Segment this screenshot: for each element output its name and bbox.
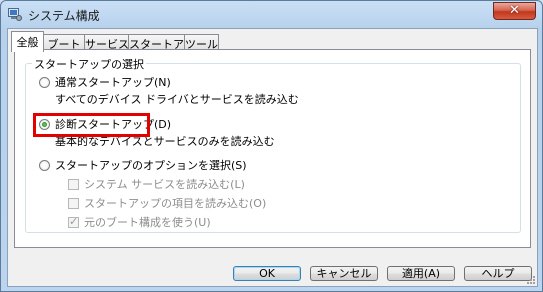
dialog-window: システム構成 ✕ 全般 ブート サービス スタートアップ ツール スタートアップ…: [0, 0, 543, 292]
checkbox-checked[interactable]: [68, 215, 79, 229]
checkbox[interactable]: [68, 179, 79, 190]
startup-selection-group: スタートアップの選択 通常スタートアップ(N) すべてのデバイス ドライバとサー…: [25, 56, 521, 233]
tab-startup[interactable]: スタートアップ: [128, 34, 206, 51]
help-button[interactable]: ヘルプ: [464, 266, 532, 281]
tab-tools[interactable]: ツール: [184, 34, 219, 51]
radio-button[interactable]: [39, 77, 50, 88]
checkbox-label: 元のブート構成を使う(U): [84, 216, 211, 229]
system-config-icon: [8, 8, 22, 21]
tab-label: 全般: [16, 36, 39, 49]
tab-boot[interactable]: ブート: [43, 34, 85, 51]
dialog-client: 全般 ブート サービス スタートアップ ツール スタートアップの選択 通常スター…: [7, 28, 538, 287]
ok-button[interactable]: OK: [233, 266, 301, 281]
close-icon: ✕: [509, 3, 520, 18]
radio-label: スタートアップのオプションを選択(S): [55, 159, 247, 172]
group-title: スタートアップの選択: [32, 56, 146, 72]
checkbox-label: スタートアップの項目を読み込む(O): [84, 197, 267, 210]
cancel-button[interactable]: キャンセル: [310, 266, 378, 281]
checkbox[interactable]: [68, 198, 79, 209]
red-highlight-box: [33, 113, 150, 137]
resize-grip-icon[interactable]: [526, 275, 536, 285]
close-button[interactable]: ✕: [493, 2, 536, 20]
normal-startup-description: すべてのデバイス ドライバとサービスを読み込む: [55, 93, 299, 106]
radio-label: 通常スタートアップ(N): [55, 76, 171, 89]
general-tab-panel: スタートアップの選択 通常スタートアップ(N) すべてのデバイス ドライバとサー…: [14, 49, 531, 248]
apply-button[interactable]: 適用(A): [387, 266, 455, 281]
checkbox-label: システム サービスを読み込む(L): [84, 178, 245, 191]
tab-general[interactable]: 全般: [11, 31, 44, 52]
tab-services[interactable]: サービス: [84, 34, 129, 51]
window-title: システム構成: [28, 9, 100, 23]
radio-button[interactable]: [39, 160, 50, 171]
title-bar[interactable]: システム構成 ✕: [1, 1, 542, 29]
